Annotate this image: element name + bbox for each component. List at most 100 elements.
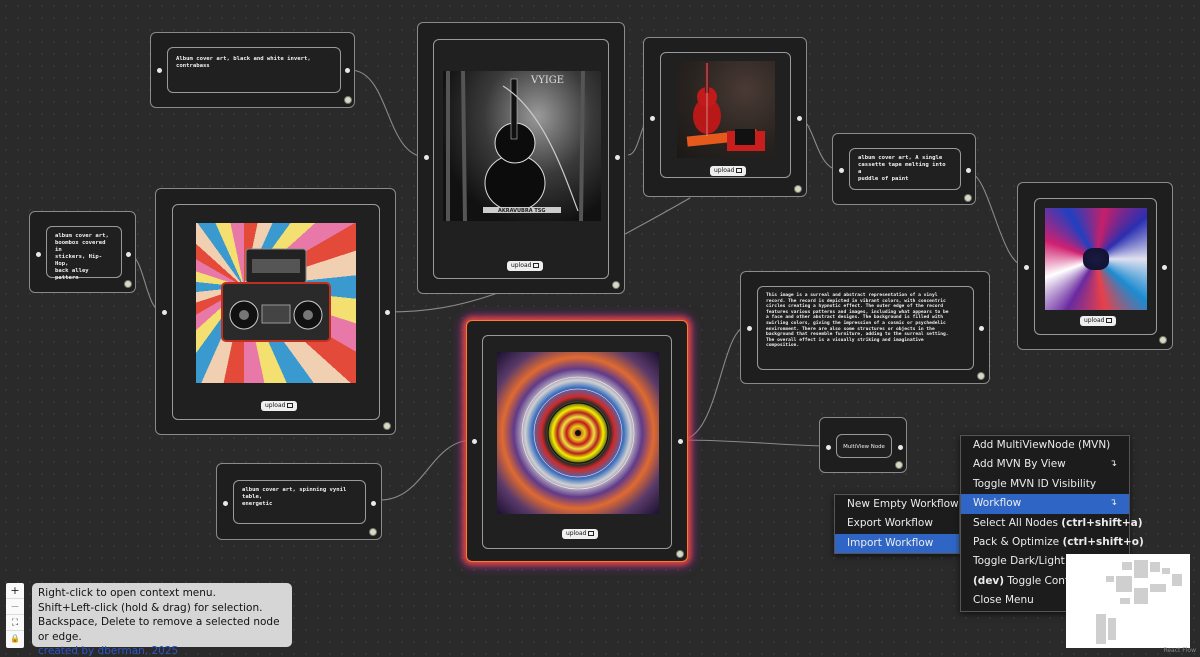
menu-item-label: Export Workflow: [847, 517, 933, 530]
upload-button[interactable]: upload: [1080, 316, 1117, 326]
image-node-explosion[interactable]: upload: [1017, 182, 1173, 350]
minimap-node: [1150, 562, 1160, 572]
description-textbox[interactable]: This image is a surreal and abstract rep…: [757, 286, 974, 370]
output-handle[interactable]: [385, 310, 390, 315]
minimap-node: [1120, 598, 1130, 604]
menu-item-label: Pack & Optimize: [973, 535, 1063, 548]
resize-handle[interactable]: [964, 194, 972, 202]
output-handle[interactable]: [678, 439, 683, 444]
upload-button[interactable]: upload: [710, 166, 747, 176]
resize-handle[interactable]: [369, 528, 377, 536]
help-line-1: Right-click to open context menu.: [38, 587, 216, 599]
prompt-node-vinyl-table[interactable]: album cover art, spinning vynil table, e…: [216, 463, 382, 540]
image-node-boombox[interactable]: upload: [155, 188, 396, 435]
image-node-contrabass[interactable]: VYIGE AKRAVUBRA TSG upload: [417, 22, 625, 294]
contrabass-icon: [446, 71, 585, 221]
menu-item-toggle-mvn-id[interactable]: Toggle MVN ID Visibility: [961, 475, 1129, 494]
resize-handle[interactable]: [383, 422, 391, 430]
upload-label: upload: [714, 167, 735, 174]
prompt-textbox[interactable]: Album cover art, black and white invert,…: [167, 47, 341, 93]
output-handle[interactable]: [371, 501, 376, 506]
zoom-out-button[interactable]: −: [6, 599, 24, 615]
prompt-node-boombox[interactable]: album cover art, boombox covered in stic…: [29, 211, 136, 293]
minimap-node: [1162, 568, 1170, 574]
output-handle[interactable]: [898, 445, 903, 450]
prompt-text[interactable]: Album cover art, black and white invert,…: [168, 48, 340, 76]
help-line-2: Shift+Left-click (hold & drag) for selec…: [38, 601, 263, 614]
upload-button[interactable]: upload: [507, 261, 544, 271]
react-flow-attribution[interactable]: React Flow: [1163, 647, 1196, 654]
lock-button[interactable]: 🔒: [6, 631, 24, 647]
multiview-node[interactable]: MultiView Node: [819, 417, 907, 473]
input-handle[interactable]: [650, 116, 655, 121]
prompt-node-contrabass[interactable]: Album cover art, black and white invert,…: [150, 32, 355, 108]
resize-handle[interactable]: [794, 185, 802, 193]
input-handle[interactable]: [162, 310, 167, 315]
upload-button[interactable]: upload: [562, 529, 599, 539]
output-handle[interactable]: [797, 116, 802, 121]
prompt-text[interactable]: album cover art, spinning vynil table, e…: [234, 481, 365, 514]
resize-handle[interactable]: [1159, 336, 1167, 344]
menu-item-shortcut: (ctrl+shift+a): [1061, 516, 1143, 529]
prompt-textbox[interactable]: album cover art, boombox covered in stic…: [46, 226, 122, 281]
input-handle[interactable]: [747, 326, 752, 331]
resize-handle[interactable]: [977, 372, 985, 380]
menu-item-export-workflow[interactable]: Export Workflow: [835, 514, 959, 533]
input-handle[interactable]: [1024, 265, 1029, 270]
prompt-textbox[interactable]: album cover art, spinning vynil table, e…: [233, 480, 366, 524]
output-handle[interactable]: [1162, 265, 1167, 270]
vinyl-record-icon: [521, 376, 635, 490]
menu-item-add-mvn[interactable]: Add MultiViewNode (MVN): [961, 436, 1129, 455]
output-handle[interactable]: [345, 68, 350, 73]
image-icon: [287, 403, 294, 408]
image-node-violin[interactable]: upload: [643, 37, 807, 197]
submenu-arrow-icon: ↴: [1109, 459, 1117, 470]
minimap-node: [1108, 618, 1116, 640]
resize-handle[interactable]: [676, 550, 684, 558]
vinyl-artwork: [497, 352, 659, 514]
menu-item-label: New Empty Workflow: [847, 498, 959, 510]
resize-handle[interactable]: [612, 281, 620, 289]
resize-handle[interactable]: [344, 96, 352, 104]
art-title: VYIGE: [531, 75, 565, 86]
input-handle[interactable]: [36, 252, 41, 257]
resize-handle[interactable]: [124, 280, 132, 288]
edge: [679, 325, 749, 441]
menu-item-select-all[interactable]: Select All Nodes (ctrl+shift+a): [961, 514, 1143, 533]
resize-handle[interactable]: [895, 461, 903, 469]
help-panel: Right-click to open context menu. Shift+…: [32, 583, 292, 657]
image-icon: [533, 263, 540, 268]
flow-controls: + − ⛶ 🔒: [6, 583, 24, 648]
menu-item-workflow[interactable]: Workflow ↴: [961, 494, 1129, 514]
prompt-text[interactable]: album cover art, A single cassette tape …: [850, 149, 960, 189]
output-handle[interactable]: [966, 168, 971, 173]
prompt-textbox[interactable]: album cover art, A single cassette tape …: [849, 148, 961, 190]
image-node-vinyl[interactable]: upload: [466, 320, 688, 562]
upload-button[interactable]: upload: [261, 401, 298, 411]
prompt-node-cassette[interactable]: album cover art, A single cassette tape …: [832, 133, 976, 205]
mvn-label: MultiView Node: [843, 444, 885, 450]
input-handle[interactable]: [424, 155, 429, 160]
edge: [679, 439, 829, 447]
input-handle[interactable]: [839, 168, 844, 173]
text-node-description[interactable]: This image is a surreal and abstract rep…: [740, 271, 990, 384]
menu-item-label: Workflow: [973, 497, 1022, 510]
credit-link[interactable]: created by dberman, 2025: [38, 644, 286, 657]
input-handle[interactable]: [826, 445, 831, 450]
input-handle[interactable]: [223, 501, 228, 506]
output-handle[interactable]: [126, 252, 131, 257]
minimap-node: [1096, 614, 1106, 644]
menu-item-import-workflow[interactable]: Import Workflow: [835, 533, 959, 554]
menu-item-add-mvn-by-view[interactable]: Add MVN By View ↴: [961, 455, 1129, 474]
zoom-in-button[interactable]: +: [6, 583, 24, 599]
input-handle[interactable]: [157, 68, 162, 73]
output-handle[interactable]: [615, 155, 620, 160]
menu-item-new-empty-workflow[interactable]: New Empty Workflow: [835, 495, 959, 514]
menu-item-pack-optimize[interactable]: Pack & Optimize (ctrl+shift+o): [961, 533, 1144, 552]
minimap[interactable]: [1066, 554, 1190, 648]
fit-view-button[interactable]: ⛶: [6, 615, 24, 631]
description-text[interactable]: This image is a surreal and abstract rep…: [758, 287, 973, 355]
input-handle[interactable]: [472, 439, 477, 444]
output-handle[interactable]: [979, 326, 984, 331]
prompt-text[interactable]: album cover art, boombox covered in stic…: [47, 227, 121, 288]
